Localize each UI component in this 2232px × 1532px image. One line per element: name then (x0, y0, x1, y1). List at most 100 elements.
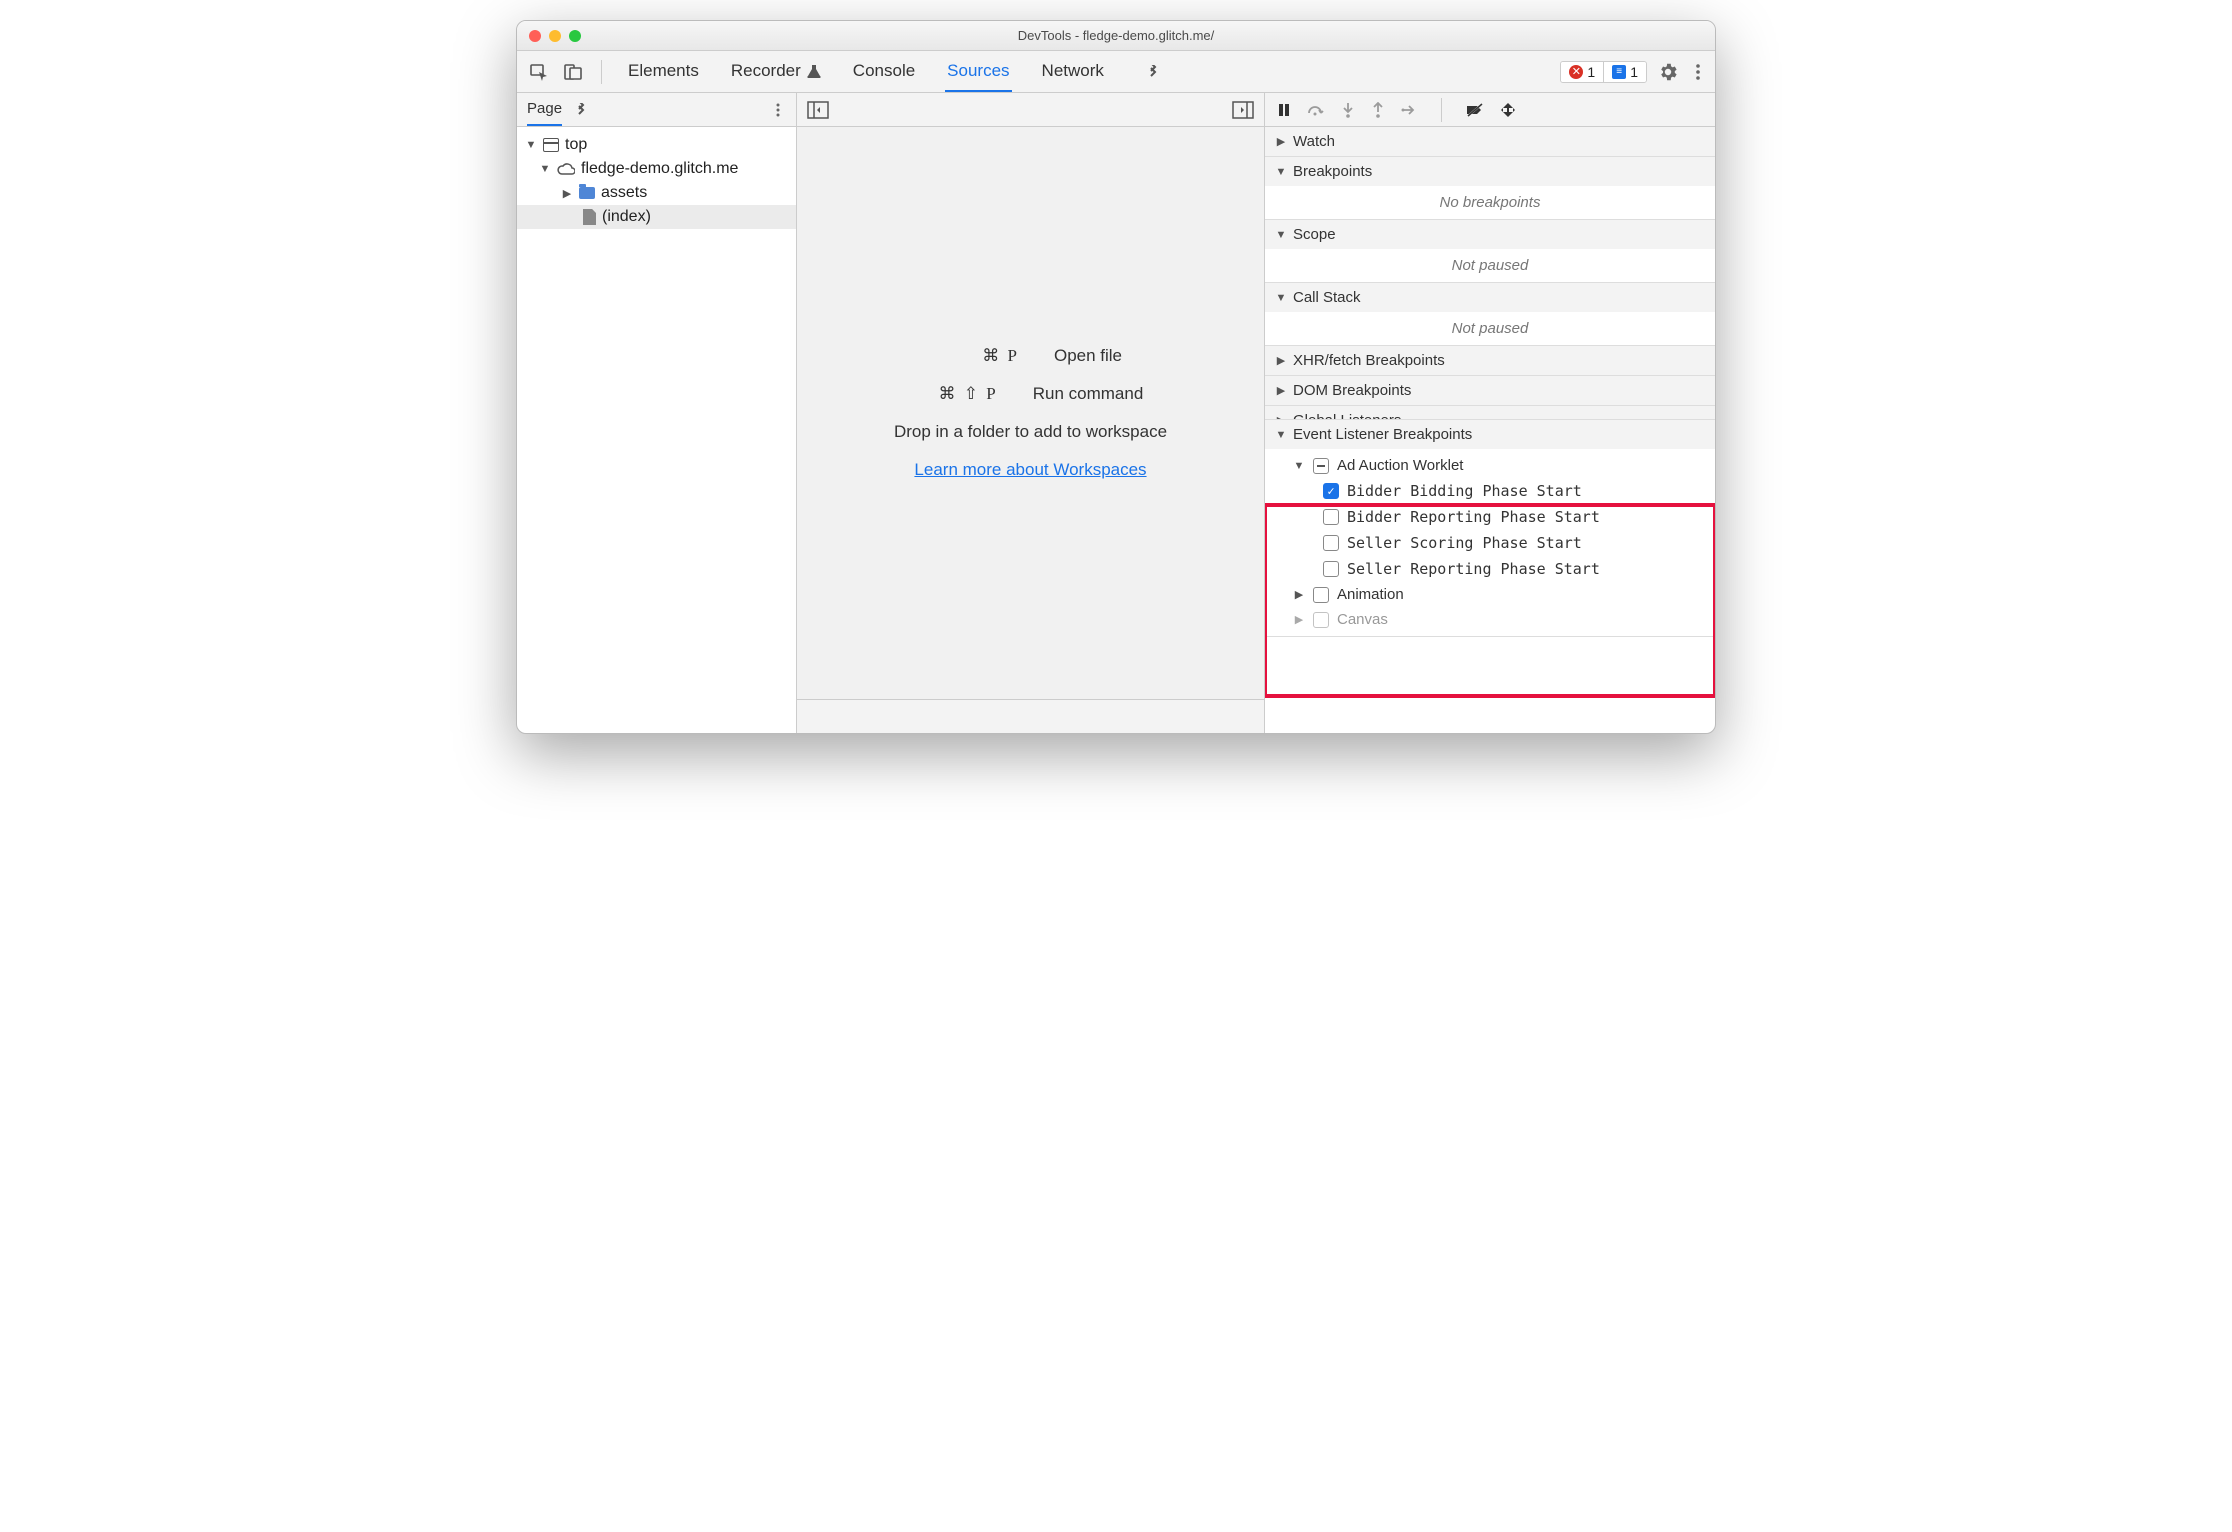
toolbar-right: ✕ 1 ≡ 1 (1560, 61, 1707, 83)
section-header-dom[interactable]: ▶DOM Breakpoints (1265, 376, 1715, 405)
section-scope: ▼Scope Not paused (1265, 220, 1715, 283)
section-header-breakpoints[interactable]: ▼Breakpoints (1265, 157, 1715, 186)
workspaces-link[interactable]: Learn more about Workspaces (914, 460, 1146, 480)
zoom-window-button[interactable] (569, 30, 581, 42)
devtools-window: DevTools - fledge-demo.glitch.me/ Elemen… (516, 20, 1716, 734)
pause-icon[interactable] (1277, 103, 1291, 117)
tree-top-frame[interactable]: ▼ top (517, 133, 796, 157)
traffic-lights (529, 30, 581, 42)
messages-badge[interactable]: ≡ 1 (1603, 62, 1646, 82)
event-label: Bidder Reporting Phase Start (1347, 508, 1600, 526)
event-label: Seller Reporting Phase Start (1347, 560, 1600, 578)
more-tabs-icon[interactable] (1146, 65, 1160, 79)
section-label: XHR/fetch Breakpoints (1293, 352, 1445, 369)
elb-event-bidder-reporting[interactable]: Bidder Reporting Phase Start (1265, 504, 1715, 530)
section-header-scope[interactable]: ▼Scope (1265, 220, 1715, 249)
step-icon[interactable] (1401, 103, 1417, 117)
section-header-elb[interactable]: ▼Event Listener Breakpoints (1265, 420, 1715, 449)
category-label: Animation (1337, 586, 1404, 603)
event-label: Bidder Bidding Phase Start (1347, 482, 1582, 500)
main-toolbar: Elements Recorder Console Sources Networ… (517, 51, 1715, 93)
event-label: Seller Scoring Phase Start (1347, 534, 1582, 552)
tree-file-index[interactable]: (index) (517, 205, 796, 229)
editor-placeholder: ⌘ P Open file ⌘ ⇧ P Run command Drop in … (797, 127, 1264, 699)
shortcut-keys: ⌘ P (939, 346, 1019, 366)
checkbox-icon[interactable] (1323, 535, 1339, 551)
settings-icon[interactable] (1657, 61, 1679, 83)
tab-recorder-label: Recorder (731, 61, 801, 81)
navigator-menu-icon[interactable] (770, 102, 786, 118)
checkbox-icon[interactable] (1323, 509, 1339, 525)
more-menu-icon[interactable] (1689, 63, 1707, 81)
checkbox-icon[interactable] (1313, 587, 1329, 603)
deactivate-breakpoints-icon[interactable] (1466, 103, 1484, 117)
section-label: Event Listener Breakpoints (1293, 426, 1472, 443)
tree-label: (index) (602, 208, 651, 226)
section-breakpoints: ▼Breakpoints No breakpoints (1265, 157, 1715, 220)
checkbox-icon[interactable] (1323, 561, 1339, 577)
status-badges[interactable]: ✕ 1 ≡ 1 (1560, 61, 1647, 83)
pause-on-exceptions-icon[interactable] (1500, 102, 1516, 118)
section-dom-breakpoints: ▶DOM Breakpoints (1265, 376, 1715, 406)
folder-icon (579, 187, 595, 199)
elb-event-bidder-bidding[interactable]: ✓ Bidder Bidding Phase Start (1265, 478, 1715, 504)
no-breakpoints-text: No breakpoints (1265, 186, 1715, 219)
checkbox-icon[interactable] (1313, 612, 1329, 628)
section-header-callstack[interactable]: ▼Call Stack (1265, 283, 1715, 312)
show-navigator-icon[interactable] (807, 101, 829, 119)
cloud-icon (557, 162, 575, 176)
tree-label: assets (601, 184, 647, 202)
elb-category-canvas[interactable]: ▶ Canvas (1265, 607, 1715, 632)
editor-tabs-bar (797, 93, 1264, 127)
section-header-watch[interactable]: ▶Watch (1265, 127, 1715, 156)
section-header-global[interactable]: ▶Global Listeners (1265, 406, 1715, 420)
shortcut-keys: ⌘ ⇧ P (918, 384, 998, 404)
step-out-icon[interactable] (1371, 102, 1385, 118)
section-event-listener-breakpoints: ▼Event Listener Breakpoints ▼ Ad Auction… (1265, 420, 1715, 637)
minimize-window-button[interactable] (549, 30, 561, 42)
show-debugger-icon[interactable] (1232, 101, 1254, 119)
close-window-button[interactable] (529, 30, 541, 42)
errors-badge[interactable]: ✕ 1 (1561, 62, 1603, 82)
step-into-icon[interactable] (1341, 102, 1355, 118)
checkbox-mixed-icon[interactable] (1313, 458, 1329, 474)
shortcut-label: Open file (1054, 346, 1122, 366)
tree-folder-assets[interactable]: ▶ assets (517, 181, 796, 205)
tab-console[interactable]: Console (851, 51, 917, 92)
tree-domain[interactable]: ▼ fledge-demo.glitch.me (517, 157, 796, 181)
not-paused-text: Not paused (1265, 249, 1715, 282)
section-label: Call Stack (1293, 289, 1361, 306)
section-watch: ▶Watch (1265, 127, 1715, 157)
section-label: Scope (1293, 226, 1336, 243)
navigator-more-tabs-icon[interactable] (574, 103, 588, 117)
tree-label: top (565, 136, 587, 154)
checkbox-checked-icon[interactable]: ✓ (1323, 483, 1339, 499)
frame-icon (543, 138, 559, 152)
navigator-tabs: Page (517, 93, 796, 127)
panel-body: Page ▼ top ▼ fledge-demo.glitch.me (517, 93, 1715, 733)
flask-icon (807, 64, 821, 78)
shortcut-open-file: ⌘ P Open file (939, 346, 1122, 366)
drop-hint: Drop in a folder to add to workspace (894, 422, 1167, 442)
separator (1441, 98, 1442, 122)
tab-elements[interactable]: Elements (626, 51, 701, 92)
section-header-xhr[interactable]: ▶XHR/fetch Breakpoints (1265, 346, 1715, 375)
not-paused-text: Not paused (1265, 312, 1715, 345)
navigator-panel: Page ▼ top ▼ fledge-demo.glitch.me (517, 93, 797, 733)
section-xhr-breakpoints: ▶XHR/fetch Breakpoints (1265, 346, 1715, 376)
titlebar: DevTools - fledge-demo.glitch.me/ (517, 21, 1715, 51)
section-label: Global Listeners (1293, 412, 1401, 420)
elb-event-seller-reporting[interactable]: Seller Reporting Phase Start (1265, 556, 1715, 582)
inspect-element-icon[interactable] (525, 58, 553, 86)
device-toolbar-icon[interactable] (559, 58, 587, 86)
navigator-tab-page[interactable]: Page (527, 93, 562, 126)
elb-event-seller-scoring[interactable]: Seller Scoring Phase Start (1265, 530, 1715, 556)
elb-category-animation[interactable]: ▶ Animation (1265, 582, 1715, 607)
step-over-icon[interactable] (1307, 103, 1325, 117)
section-callstack: ▼Call Stack Not paused (1265, 283, 1715, 346)
file-tree: ▼ top ▼ fledge-demo.glitch.me ▶ assets (… (517, 127, 796, 235)
tab-recorder[interactable]: Recorder (729, 51, 823, 92)
tab-network[interactable]: Network (1040, 51, 1106, 92)
tab-sources[interactable]: Sources (945, 51, 1011, 92)
elb-category-ad-auction[interactable]: ▼ Ad Auction Worklet (1265, 453, 1715, 478)
